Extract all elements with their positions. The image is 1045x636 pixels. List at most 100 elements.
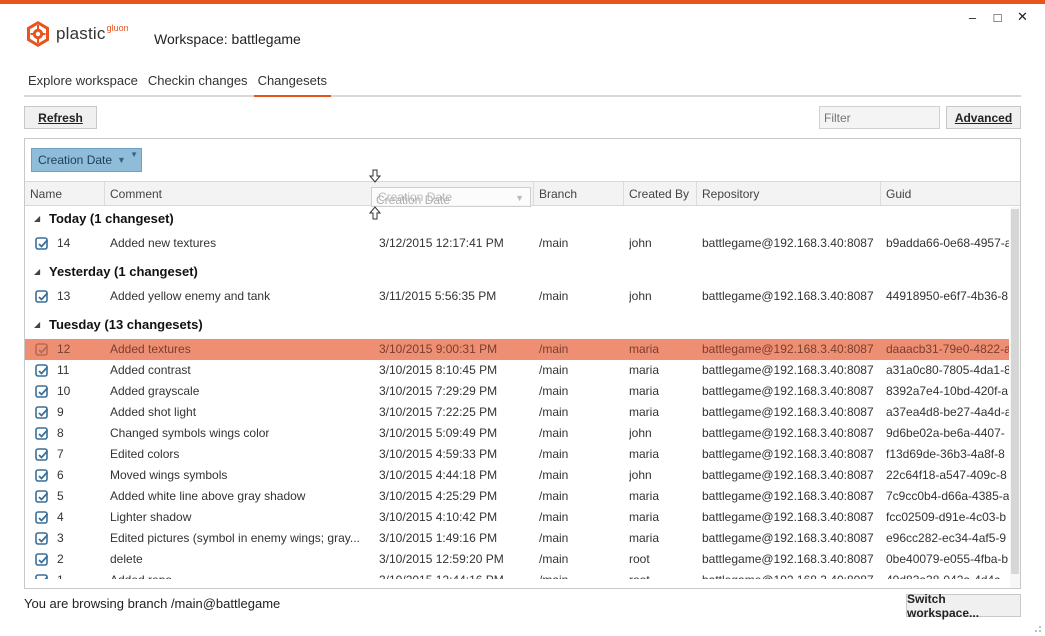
cell-branch: /main: [539, 552, 569, 566]
cell-comment: Changed symbols wings color: [110, 426, 270, 440]
scrollbar-thumb[interactable]: [1011, 209, 1019, 574]
column-header-created-by[interactable]: Created By: [624, 182, 697, 206]
advanced-button[interactable]: Advanced: [946, 106, 1021, 129]
cell-branch: /main: [539, 236, 569, 250]
tab-explore-workspace[interactable]: Explore workspace: [24, 72, 142, 97]
table-row[interactable]: 2 delete 3/10/2015 12:59:20 PM/main root bat…: [25, 549, 1009, 570]
table-row[interactable]: 4 Lighter shadow 3/10/2015 4:10:42 PM/main…: [25, 507, 1009, 528]
table-row[interactable]: 5 Added white line above gray shadow 3/10/…: [25, 486, 1009, 507]
cell-repository: battlegame@192.168.3.40:8087: [702, 552, 874, 566]
cell-branch: /main: [539, 447, 569, 461]
cell-created-by: maria: [629, 447, 660, 461]
cell-repository: battlegame@192.168.3.40:8087: [702, 236, 874, 250]
cell-repository: battlegame@192.168.3.40:8087: [702, 426, 874, 440]
vertical-scrollbar[interactable]: [1010, 207, 1020, 588]
cell-created-by: maria: [629, 510, 660, 524]
table-row[interactable]: 1 Added repo 3/10/2015 12:44:16 PM/main roo…: [25, 570, 1009, 579]
minimize-button[interactable]: –: [960, 8, 985, 26]
maximize-button[interactable]: □: [985, 8, 1010, 26]
column-header-repository[interactable]: Repository: [697, 182, 881, 206]
cell-comment: Edited pictures (symbol in enemy wings; …: [110, 531, 360, 545]
workspace-title: Workspace: battlegame: [154, 31, 301, 47]
table-row[interactable]: 6 Moved wings symbols 3/10/2015 4:44:18 PM…: [25, 465, 1009, 486]
table-row[interactable]: 11 Added contrast 3/10/2015 8:10:45 PM/mai…: [25, 360, 1009, 381]
cell-created-by: john: [629, 468, 652, 482]
cell-created-by: maria: [629, 405, 660, 419]
group-chip-label: Creation Date: [38, 153, 113, 167]
cell-created-by: maria: [629, 384, 660, 398]
group-header-label: Yesterday (1 changeset): [49, 264, 198, 279]
column-header-branch[interactable]: Branch: [534, 182, 624, 206]
cell-name: 7: [57, 447, 64, 461]
cell-repository: battlegame@192.168.3.40:8087: [702, 289, 874, 303]
collapse-triangle-icon[interactable]: ◢: [34, 260, 40, 284]
table-row[interactable]: 8 Changed symbols wings color 3/10/2015 5:…: [25, 423, 1009, 444]
group-header-label: Today (1 changeset): [49, 211, 174, 226]
changesets-grid: Creation Date ▼ ▼ Name Comment Branch Cr…: [24, 138, 1021, 589]
cell-repository: battlegame@192.168.3.40:8087: [702, 384, 874, 398]
cell-repository: battlegame@192.168.3.40:8087: [702, 447, 874, 461]
changeset-icon: [35, 343, 49, 356]
table-row[interactable]: 7 Edited colors 3/10/2015 4:59:33 PM/main m…: [25, 444, 1009, 465]
main-tabs: Explore workspace Checkin changes Changese…: [24, 72, 1021, 97]
table-row[interactable]: 10 Added grayscale 3/10/2015 7:29:29 PM/ma…: [25, 381, 1009, 402]
table-row[interactable]: 3 Edited pictures (symbol in enemy wings;…: [25, 528, 1009, 549]
table-row[interactable]: 14 Added new textures 3/12/2015 12:17:41 P…: [25, 233, 1009, 254]
column-header-guid[interactable]: Guid: [881, 182, 1020, 206]
column-drag-ghost: Creation Date Creation Date ▼: [371, 187, 531, 207]
cell-creation-date: 3/10/2015 9:00:31 PM: [379, 342, 498, 356]
cell-name: 12: [57, 342, 71, 356]
filter-input[interactable]: [819, 106, 940, 129]
collapse-triangle-icon[interactable]: ◢: [34, 313, 40, 337]
cell-creation-date: 3/10/2015 8:10:45 PM: [379, 363, 498, 377]
chevron-down-icon[interactable]: ▼: [117, 155, 126, 165]
changeset-icon: [35, 427, 49, 440]
cell-repository: battlegame@192.168.3.40:8087: [702, 489, 874, 503]
cell-repository: battlegame@192.168.3.40:8087: [702, 468, 874, 482]
table-row[interactable]: 9 Added shot light 3/10/2015 7:22:25 PM/ma…: [25, 402, 1009, 423]
cell-branch: /main: [539, 531, 569, 545]
tab-changesets[interactable]: Changesets: [253, 72, 331, 97]
cell-branch: /main: [539, 384, 569, 398]
changeset-icon: [35, 469, 49, 482]
tab-checkin-changes[interactable]: Checkin changes: [144, 72, 252, 97]
filter-icon[interactable]: ▼: [130, 150, 138, 159]
cell-name: 5: [57, 489, 64, 503]
table-row[interactable]: 12 Added textures 3/10/2015 9:00:31 PM/mai…: [25, 339, 1009, 360]
cell-branch: /main: [539, 426, 569, 440]
cell-repository: battlegame@192.168.3.40:8087: [702, 510, 874, 524]
cell-creation-date: 3/11/2015 5:56:35 PM: [379, 289, 497, 303]
cell-repository: battlegame@192.168.3.40:8087: [702, 342, 874, 356]
cell-name: 3: [57, 531, 64, 545]
group-header-row[interactable]: ◢ Tuesday (13 changesets): [25, 313, 1009, 337]
column-header-name[interactable]: Name: [25, 182, 105, 206]
group-header-row[interactable]: ◢ Yesterday (1 changeset): [25, 260, 1009, 284]
cell-creation-date: 3/12/2015 12:17:41 PM: [379, 236, 504, 250]
cell-comment: Added textures: [110, 342, 191, 356]
cell-guid: a37ea4d8-be27-4a4d-a: [886, 405, 1009, 419]
cell-comment: Edited colors: [110, 447, 180, 461]
cell-comment: Added white line above gray shadow: [110, 489, 306, 503]
plastic-logo-icon: [27, 21, 49, 47]
cell-name: 6: [57, 468, 64, 482]
cell-creation-date: 3/10/2015 7:29:29 PM: [379, 384, 498, 398]
switch-workspace-button[interactable]: Switch workspace...: [906, 592, 1021, 620]
refresh-button[interactable]: Refresh: [24, 106, 97, 129]
cell-created-by: root: [629, 552, 650, 566]
changeset-icon: [35, 511, 49, 524]
cell-creation-date: 3/10/2015 12:44:16 PM: [379, 570, 534, 579]
changeset-icon: [35, 237, 49, 250]
cell-comment: delete: [110, 552, 143, 566]
resize-grip-icon[interactable]: [1032, 623, 1042, 633]
group-header-label: Tuesday (13 changesets): [49, 317, 203, 332]
group-header-row[interactable]: ◢ Today (1 changeset): [25, 207, 1009, 231]
table-row[interactable]: 13 Added yellow enemy and tank 3/11/2015 5…: [25, 286, 1009, 307]
changeset-rows: ◢ Today (1 changeset) 14 Added new textures…: [25, 207, 1009, 579]
close-button[interactable]: ✕: [1010, 8, 1035, 26]
group-chip-creation-date[interactable]: Creation Date ▼ ▼: [31, 148, 142, 172]
window-accent-bar: [0, 0, 1045, 4]
cell-guid: fcc02509-d91e-4c03-b: [886, 510, 1007, 524]
cell-name: 2: [57, 552, 64, 566]
collapse-triangle-icon[interactable]: ◢: [34, 207, 40, 231]
cell-name: 10: [57, 384, 71, 398]
